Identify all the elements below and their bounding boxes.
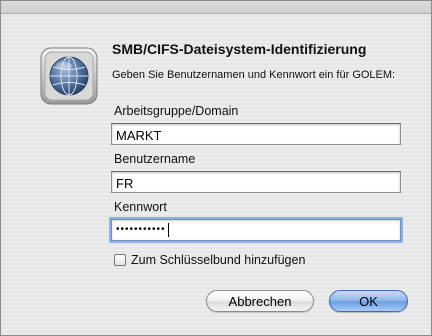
- dialog-message: Geben Sie Benutzernamen und Kennwort ein…: [112, 69, 396, 81]
- cancel-button[interactable]: Abbrechen: [206, 290, 314, 312]
- workgroup-field[interactable]: [111, 123, 401, 145]
- ok-button[interactable]: OK: [329, 290, 408, 312]
- text-caret: [167, 223, 169, 237]
- auth-dialog: SMB/CIFS-Dateisystem-Identifizierung Geb…: [0, 0, 432, 336]
- network-globe-icon: [40, 47, 98, 105]
- keychain-checkbox[interactable]: [114, 254, 126, 266]
- dialog-title: SMB/CIFS-Dateisystem-Identifizierung: [112, 41, 367, 57]
- keychain-checkbox-label[interactable]: Zum Schlüsselbund hinzufügen: [131, 253, 305, 267]
- username-label: Benutzername: [114, 152, 196, 166]
- password-label: Kennwort: [114, 200, 167, 214]
- password-mask: •••••••••••: [116, 224, 166, 235]
- password-field[interactable]: •••••••••••: [111, 219, 401, 241]
- window-titlebar[interactable]: [1, 1, 431, 14]
- keychain-option[interactable]: Zum Schlüsselbund hinzufügen: [114, 253, 305, 267]
- username-field[interactable]: [111, 171, 401, 193]
- workgroup-label: Arbeitsgruppe/Domain: [114, 104, 239, 118]
